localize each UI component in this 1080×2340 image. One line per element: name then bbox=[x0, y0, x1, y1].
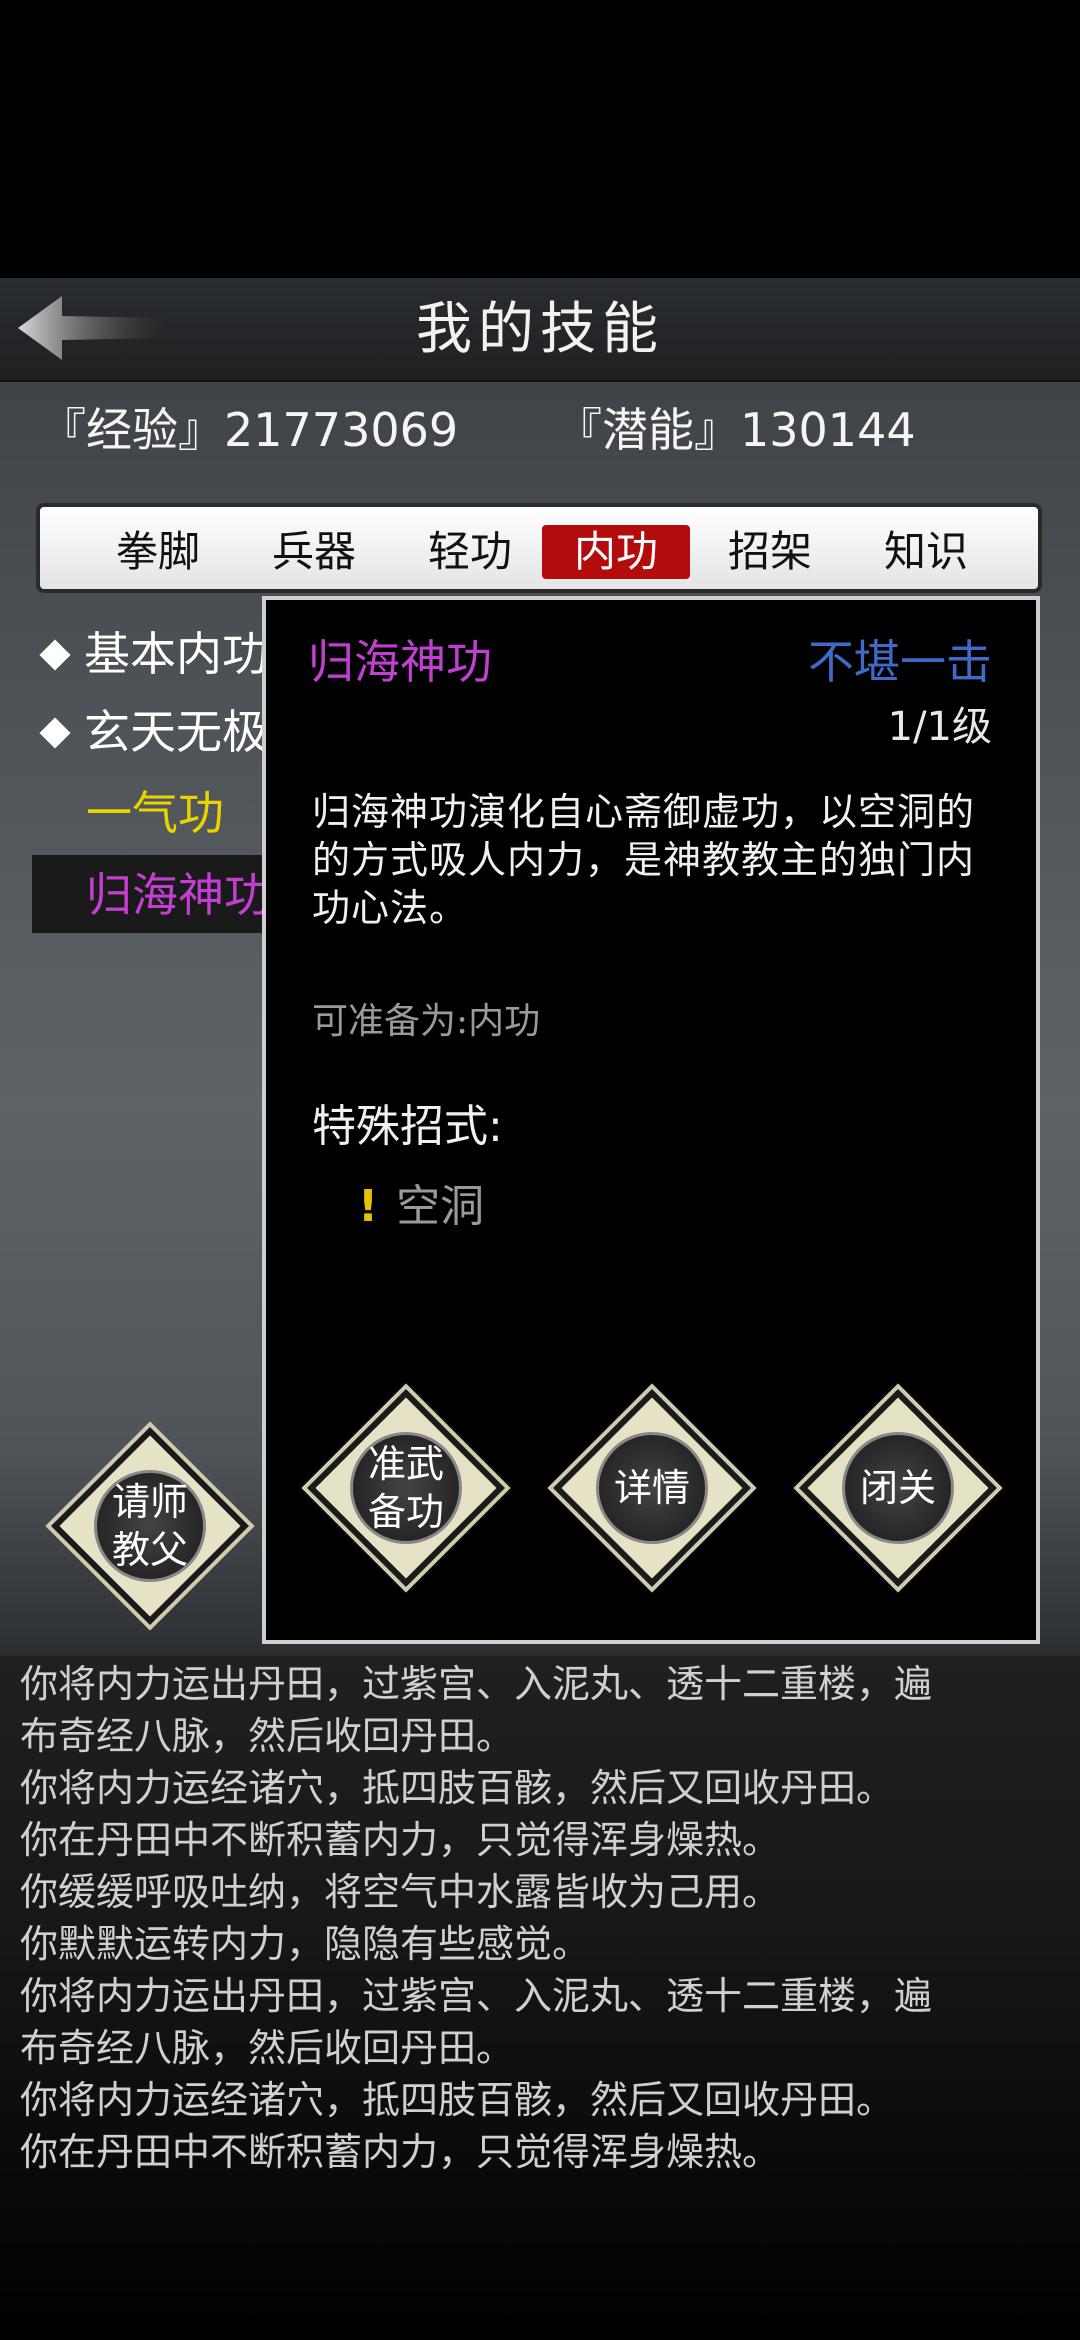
log-line: 你在丹田中不断积蓄内力，只觉得浑身燥热。 bbox=[20, 1818, 781, 1862]
tab-lightness[interactable]: 轻功 bbox=[396, 525, 544, 579]
tab-knowledge[interactable]: 知识 bbox=[852, 525, 1000, 579]
experience-stat: 『经验』21773069 bbox=[40, 403, 459, 457]
log-line: 布奇经八脉，然后收回丹田。 bbox=[20, 1714, 515, 1758]
detail-button[interactable]: 详情 bbox=[552, 1388, 752, 1588]
skill-rank: 不堪一击 bbox=[808, 635, 992, 689]
retreat-button[interactable]: 闭关 bbox=[798, 1388, 998, 1588]
skill-item-yiqi[interactable]: 一气功 bbox=[86, 778, 224, 848]
log-line: 布奇经八脉，然后收回丹田。 bbox=[20, 2026, 515, 2070]
special-moves-title: 特殊招式: bbox=[312, 1101, 503, 1152]
skill-item-basic-inner[interactable]: 基本内功 bbox=[32, 619, 268, 689]
skill-category-tabs: 拳脚 兵器 轻功 内功 招架 知识 bbox=[36, 503, 1042, 593]
diamond-bullet-icon bbox=[39, 639, 71, 671]
skill-name: 归海神功 bbox=[308, 635, 492, 689]
log-line: 你在丹田中不断积蓄内力，只觉得浑身燥热。 bbox=[20, 2130, 781, 2174]
exclamation-icon: ! bbox=[358, 1181, 379, 1232]
skill-prepare-as: 可准备为:内功 bbox=[312, 1001, 541, 1042]
page-title: 我的技能 bbox=[416, 297, 664, 362]
log-line: 你缓缓呼吸吐纳，将空气中水露皆收为己用。 bbox=[20, 1870, 781, 1914]
special-move-item: ! 空洞 bbox=[358, 1181, 485, 1232]
log-line: 你将内力运经诸穴，抵四肢百骸，然后又回收丹田。 bbox=[20, 2078, 895, 2122]
skill-level: 1/1级 bbox=[887, 704, 992, 750]
potential-stat: 『潜能』130144 bbox=[556, 403, 916, 457]
tab-weapon[interactable]: 兵器 bbox=[240, 525, 388, 579]
skill-item-xuantian[interactable]: 玄天无极 bbox=[32, 697, 268, 767]
equip-skill-button[interactable]: 准武 备功 bbox=[306, 1388, 506, 1588]
message-log: 你将内力运出丹田，过紫宫、入泥丸、透十二重楼，遍 布奇经八脉，然后收回丹田。 你… bbox=[0, 1656, 1080, 2340]
log-line: 你默默运转内力，隐隐有些感觉。 bbox=[20, 1922, 591, 1966]
log-line: 你将内力运出丹田，过紫宫、入泥丸、透十二重楼，遍 bbox=[20, 1662, 933, 1706]
log-line: 你将内力运经诸穴，抵四肢百骸，然后又回收丹田。 bbox=[20, 1766, 895, 1810]
tab-inner-force[interactable]: 内功 bbox=[542, 525, 690, 579]
tab-parry[interactable]: 招架 bbox=[696, 525, 844, 579]
status-bar-area bbox=[0, 0, 1080, 278]
tab-fist[interactable]: 拳脚 bbox=[84, 525, 232, 579]
log-line: 你将内力运出丹田，过紫宫、入泥丸、透十二重楼，遍 bbox=[20, 1974, 933, 2018]
ask-master-button[interactable]: 请师 教父 bbox=[50, 1426, 250, 1626]
skill-item-guihai[interactable]: 归海神功 bbox=[86, 860, 270, 930]
diamond-bullet-icon bbox=[39, 717, 71, 749]
skill-description: 归海神功演化自心斋御虚功，以空洞的的方式吸人内力，是神教教主的独门内功心法。 bbox=[312, 790, 976, 930]
skill-detail-popup: 归海神功 不堪一击 1/1级 归海神功演化自心斋御虚功，以空洞的的方式吸人内力，… bbox=[262, 596, 1040, 1644]
